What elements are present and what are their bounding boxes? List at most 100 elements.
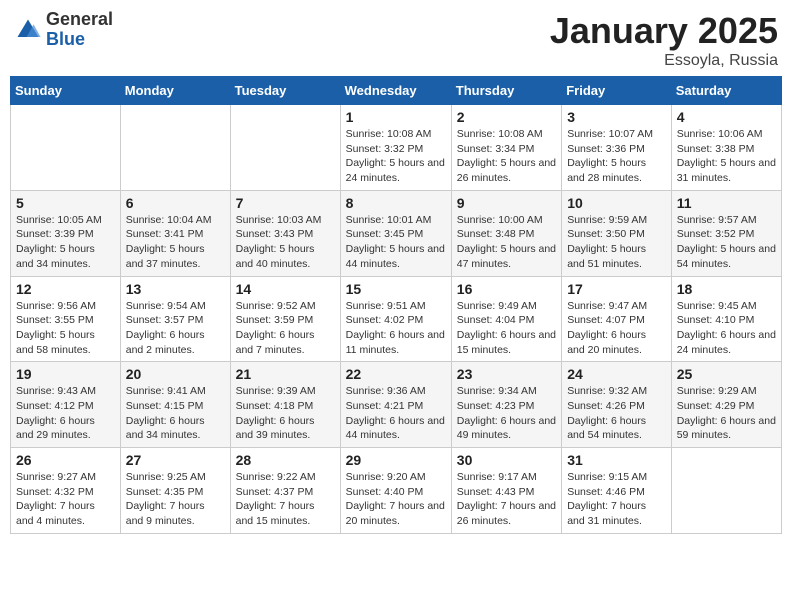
day-number: 17 bbox=[567, 281, 666, 297]
calendar-cell: 24Sunrise: 9:32 AMSunset: 4:26 PMDayligh… bbox=[562, 362, 672, 448]
calendar-cell: 25 Sunrise: 9:29 AMSunset: 4:29 PMDayligh… bbox=[671, 362, 781, 448]
logo-blue-text: Blue bbox=[46, 30, 113, 50]
day-number: 31 bbox=[567, 452, 666, 468]
day-info: Sunrise: 9:45 AMSunset: 4:10 PMDaylight:… bbox=[677, 299, 776, 358]
day-number: 29 bbox=[346, 452, 446, 468]
calendar-cell: 7 Sunrise: 10:03 AMSunset: 3:43 PMDayligh… bbox=[230, 190, 340, 276]
calendar-cell: 27 Sunrise: 9:25 AMSunset: 4:35 PMDayligh… bbox=[120, 448, 230, 534]
day-number: 20 bbox=[126, 366, 225, 382]
day-number: 13 bbox=[126, 281, 225, 297]
calendar-cell: 4 Sunrise: 10:06 AMSunset: 3:38 PMDayligh… bbox=[671, 105, 781, 191]
calendar-cell: 14 Sunrise: 9:52 AMSunset: 3:59 PMDayligh… bbox=[230, 276, 340, 362]
day-number: 8 bbox=[346, 195, 446, 211]
day-number: 30 bbox=[457, 452, 556, 468]
day-info: Sunrise: 9:41 AMSunset: 4:15 PMDaylight:… bbox=[126, 384, 225, 443]
day-info: Sunrise: 9:34 AMSunset: 4:23 PMDaylight:… bbox=[457, 384, 556, 443]
day-number: 22 bbox=[346, 366, 446, 382]
calendar-week-3: 12Sunrise: 9:56 AMSunset: 3:55 PMDayligh… bbox=[11, 276, 782, 362]
day-number: 3 bbox=[567, 109, 666, 125]
day-info: Sunrise: 9:43 AMSunset: 4:12 PMDaylight:… bbox=[16, 384, 115, 443]
day-info: Sunrise: 9:20 AMSunset: 4:40 PMDaylight:… bbox=[346, 470, 446, 529]
day-info: Sunrise: 10:00 AMSunset: 3:48 PMDaylight… bbox=[457, 213, 556, 272]
day-info: Sunrise: 10:04 AMSunset: 3:41 PMDaylight… bbox=[126, 213, 225, 272]
day-number: 5 bbox=[16, 195, 115, 211]
day-info: Sunrise: 10:01 AMSunset: 3:45 PMDaylight… bbox=[346, 213, 446, 272]
day-info: Sunrise: 9:59 AMSunset: 3:50 PMDaylight:… bbox=[567, 213, 666, 272]
day-info: Sunrise: 9:57 AMSunset: 3:52 PMDaylight:… bbox=[677, 213, 776, 272]
day-number: 4 bbox=[677, 109, 776, 125]
weekday-header-wednesday: Wednesday bbox=[340, 77, 451, 105]
calendar-cell: 2Sunrise: 10:08 AMSunset: 3:34 PMDayligh… bbox=[451, 105, 561, 191]
calendar-cell: 13Sunrise: 9:54 AMSunset: 3:57 PMDayligh… bbox=[120, 276, 230, 362]
calendar-table: SundayMondayTuesdayWednesdayThursdayFrid… bbox=[10, 76, 782, 534]
calendar-cell: 20 Sunrise: 9:41 AMSunset: 4:15 PMDayligh… bbox=[120, 362, 230, 448]
month-title: January 2025 bbox=[550, 10, 778, 52]
day-number: 21 bbox=[236, 366, 335, 382]
day-info: Sunrise: 10:08 AMSunset: 3:32 PMDaylight… bbox=[346, 127, 446, 186]
calendar-cell: 8 Sunrise: 10:01 AMSunset: 3:45 PMDayligh… bbox=[340, 190, 451, 276]
calendar-week-5: 26Sunrise: 9:27 AMSunset: 4:32 PMDayligh… bbox=[11, 448, 782, 534]
day-number: 9 bbox=[457, 195, 556, 211]
calendar-cell: 11 Sunrise: 9:57 AMSunset: 3:52 PMDayligh… bbox=[671, 190, 781, 276]
day-number: 25 bbox=[677, 366, 776, 382]
weekday-header-saturday: Saturday bbox=[671, 77, 781, 105]
weekday-header-tuesday: Tuesday bbox=[230, 77, 340, 105]
day-info: Sunrise: 9:51 AMSunset: 4:02 PMDaylight:… bbox=[346, 299, 446, 358]
day-number: 26 bbox=[16, 452, 115, 468]
calendar-cell: 3 Sunrise: 10:07 AMSunset: 3:36 PMDayligh… bbox=[562, 105, 672, 191]
logo: General Blue bbox=[14, 10, 113, 50]
calendar-cell: 9 Sunrise: 10:00 AMSunset: 3:48 PMDayligh… bbox=[451, 190, 561, 276]
day-number: 27 bbox=[126, 452, 225, 468]
day-info: Sunrise: 9:15 AMSunset: 4:46 PMDaylight:… bbox=[567, 470, 666, 529]
calendar-cell: 31 Sunrise: 9:15 AMSunset: 4:46 PMDayligh… bbox=[562, 448, 672, 534]
day-info: Sunrise: 10:06 AMSunset: 3:38 PMDaylight… bbox=[677, 127, 776, 186]
page-header: General Blue January 2025 Essoyla, Russi… bbox=[10, 10, 782, 70]
calendar-cell bbox=[671, 448, 781, 534]
day-info: Sunrise: 9:29 AMSunset: 4:29 PMDaylight:… bbox=[677, 384, 776, 443]
day-number: 12 bbox=[16, 281, 115, 297]
calendar-cell: 21 Sunrise: 9:39 AMSunset: 4:18 PMDayligh… bbox=[230, 362, 340, 448]
calendar-week-1: 1Sunrise: 10:08 AMSunset: 3:32 PMDayligh… bbox=[11, 105, 782, 191]
calendar-cell: 23 Sunrise: 9:34 AMSunset: 4:23 PMDayligh… bbox=[451, 362, 561, 448]
day-info: Sunrise: 9:52 AMSunset: 3:59 PMDaylight:… bbox=[236, 299, 335, 358]
day-number: 7 bbox=[236, 195, 335, 211]
calendar-week-4: 19 Sunrise: 9:43 AMSunset: 4:12 PMDayligh… bbox=[11, 362, 782, 448]
day-number: 10 bbox=[567, 195, 666, 211]
day-number: 16 bbox=[457, 281, 556, 297]
weekday-header-friday: Friday bbox=[562, 77, 672, 105]
weekday-header-thursday: Thursday bbox=[451, 77, 561, 105]
day-info: Sunrise: 9:49 AMSunset: 4:04 PMDaylight:… bbox=[457, 299, 556, 358]
calendar-cell: 16 Sunrise: 9:49 AMSunset: 4:04 PMDayligh… bbox=[451, 276, 561, 362]
calendar-week-2: 5Sunrise: 10:05 AMSunset: 3:39 PMDayligh… bbox=[11, 190, 782, 276]
calendar-cell: 17 Sunrise: 9:47 AMSunset: 4:07 PMDayligh… bbox=[562, 276, 672, 362]
day-number: 23 bbox=[457, 366, 556, 382]
calendar-cell: 30 Sunrise: 9:17 AMSunset: 4:43 PMDayligh… bbox=[451, 448, 561, 534]
calendar-cell: 12Sunrise: 9:56 AMSunset: 3:55 PMDayligh… bbox=[11, 276, 121, 362]
calendar-cell bbox=[120, 105, 230, 191]
day-number: 14 bbox=[236, 281, 335, 297]
calendar-cell: 1Sunrise: 10:08 AMSunset: 3:32 PMDayligh… bbox=[340, 105, 451, 191]
day-info: Sunrise: 10:07 AMSunset: 3:36 PMDaylight… bbox=[567, 127, 666, 186]
weekday-header-sunday: Sunday bbox=[11, 77, 121, 105]
weekday-header-row: SundayMondayTuesdayWednesdayThursdayFrid… bbox=[11, 77, 782, 105]
day-number: 28 bbox=[236, 452, 335, 468]
calendar-cell: 18 Sunrise: 9:45 AMSunset: 4:10 PMDayligh… bbox=[671, 276, 781, 362]
logo-text: General Blue bbox=[46, 10, 113, 50]
day-info: Sunrise: 9:47 AMSunset: 4:07 PMDaylight:… bbox=[567, 299, 666, 358]
title-block: January 2025 Essoyla, Russia bbox=[550, 10, 778, 70]
day-number: 24 bbox=[567, 366, 666, 382]
day-info: Sunrise: 9:17 AMSunset: 4:43 PMDaylight:… bbox=[457, 470, 556, 529]
calendar-cell bbox=[230, 105, 340, 191]
day-number: 11 bbox=[677, 195, 776, 211]
day-number: 18 bbox=[677, 281, 776, 297]
calendar-cell: 6Sunrise: 10:04 AMSunset: 3:41 PMDayligh… bbox=[120, 190, 230, 276]
day-number: 2 bbox=[457, 109, 556, 125]
day-info: Sunrise: 9:39 AMSunset: 4:18 PMDaylight:… bbox=[236, 384, 335, 443]
day-info: Sunrise: 10:03 AMSunset: 3:43 PMDaylight… bbox=[236, 213, 335, 272]
day-number: 15 bbox=[346, 281, 446, 297]
calendar-cell: 10 Sunrise: 9:59 AMSunset: 3:50 PMDayligh… bbox=[562, 190, 672, 276]
calendar-cell: 15 Sunrise: 9:51 AMSunset: 4:02 PMDayligh… bbox=[340, 276, 451, 362]
calendar-cell: 28Sunrise: 9:22 AMSunset: 4:37 PMDayligh… bbox=[230, 448, 340, 534]
day-number: 19 bbox=[16, 366, 115, 382]
day-info: Sunrise: 9:25 AMSunset: 4:35 PMDaylight:… bbox=[126, 470, 225, 529]
